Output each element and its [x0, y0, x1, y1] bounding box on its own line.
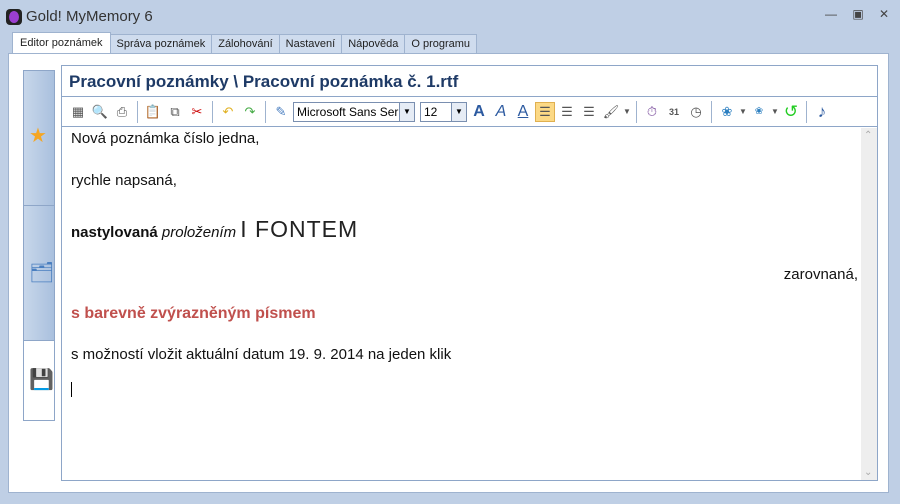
divider	[636, 100, 637, 123]
note-path-title: Pracovní poznámky \ Pracovní poznámka č.…	[62, 66, 877, 97]
tab-notes-management[interactable]: Správa poznámek	[109, 34, 213, 54]
text-line: s možností vložit aktuální datum 19. 9. …	[71, 346, 452, 363]
font-size-select[interactable]: 12 ▼	[420, 101, 467, 122]
symbol-small-icon[interactable]: ❀	[749, 102, 769, 122]
chevron-down-icon: ▼	[451, 102, 466, 121]
copy-icon[interactable]: ⧉	[165, 102, 185, 122]
italic-icon[interactable]: A	[491, 102, 511, 122]
scroll-up-icon[interactable]: ⌃	[864, 130, 872, 141]
folder-icon: 🗂	[29, 262, 55, 284]
title-bar: Gold! MyMemory 6 — ▣ ✕	[0, 0, 900, 32]
text-line-right: zarovnaná,	[783, 266, 858, 283]
undo-icon[interactable]: ↶	[218, 102, 238, 122]
tab-settings[interactable]: Nastavení	[278, 34, 343, 54]
close-button[interactable]: ✕	[877, 8, 891, 20]
text-line: nastylovaná proložením I FONTEM	[71, 216, 358, 243]
align-right-icon[interactable]: ☰	[579, 102, 599, 122]
maximize-button[interactable]: ▣	[851, 8, 865, 20]
font-value: Microsoft Sans Seri	[297, 104, 402, 119]
styled-font-text: I FONTEM	[240, 216, 359, 242]
text-line: rychle napsaná,	[71, 172, 177, 189]
redo-icon[interactable]: ↷	[240, 102, 260, 122]
main-tabs: Editor poznámek Správa poznámek Zálohová…	[12, 32, 478, 54]
sidebar-item-open[interactable]: 🗂	[23, 205, 55, 341]
history-icon[interactable]: ↺	[781, 102, 801, 122]
print-icon[interactable]: ⎙	[112, 102, 132, 122]
chevron-down-icon[interactable]: ▼	[771, 107, 779, 116]
note-text-area[interactable]: Nová poznámka číslo jedna, rychle napsan…	[62, 128, 861, 480]
print-preview-icon[interactable]: 🔍	[90, 102, 110, 122]
text-cursor	[71, 382, 72, 397]
format-painter-icon[interactable]: ✎	[271, 102, 291, 122]
music-note-icon[interactable]: ♪	[812, 102, 832, 122]
align-left-icon[interactable]: ☰	[535, 101, 555, 122]
format-toolbar: ▦ 🔍 ⎙ 📋 ⧉ ✂ ↶ ↷ ✎ Microsoft Sans Seri ▼ 1…	[62, 97, 877, 127]
tab-about[interactable]: O programu	[404, 34, 478, 54]
colored-text-line: s barevně zvýrazněným písmem	[71, 305, 316, 322]
vertical-scrollbar[interactable]: ⌃ ⌄	[861, 128, 877, 480]
paste-icon[interactable]: 📋	[143, 102, 163, 122]
calendar-icon[interactable]: 31	[664, 102, 684, 122]
sidebar-item-favorites[interactable]: ★	[23, 70, 55, 206]
tab-editor[interactable]: Editor poznámek	[12, 32, 111, 53]
font-size-value: 12	[424, 104, 438, 119]
cut-icon[interactable]: ✂	[187, 102, 207, 122]
text-color-icon[interactable]: 🖌	[601, 102, 621, 122]
time-icon[interactable]: ⏱	[642, 102, 662, 122]
minimize-button[interactable]: —	[824, 8, 838, 20]
underline-icon[interactable]: A	[513, 102, 533, 122]
clock-icon[interactable]: ◷	[686, 102, 706, 122]
scroll-down-icon[interactable]: ⌄	[864, 467, 872, 478]
text-line: Nová poznámka číslo jedna,	[71, 130, 260, 147]
chevron-down-icon: ▼	[399, 102, 414, 121]
chevron-down-icon[interactable]: ▼	[623, 107, 631, 116]
tab-backup[interactable]: Zálohování	[211, 34, 280, 54]
divider	[265, 100, 266, 123]
divider	[137, 100, 138, 123]
window-title: Gold! MyMemory 6	[26, 8, 153, 25]
tools-icon[interactable]: ▦	[68, 102, 88, 122]
font-family-select[interactable]: Microsoft Sans Seri ▼	[293, 101, 415, 122]
editor-panel: ★ 🗂 💾 Pracovní poznámky \ Pracovní pozná…	[8, 53, 889, 493]
divider	[711, 100, 712, 123]
divider	[806, 100, 807, 123]
chevron-down-icon[interactable]: ▼	[739, 107, 747, 116]
bold-text: nastylovaná	[71, 224, 158, 241]
save-icon: 💾	[29, 369, 54, 391]
app-logo-icon	[6, 9, 22, 25]
divider	[212, 100, 213, 123]
align-center-icon[interactable]: ☰	[557, 102, 577, 122]
note-editor: Pracovní poznámky \ Pracovní poznámka č.…	[61, 65, 878, 481]
sidebar-item-save[interactable]: 💾	[23, 340, 55, 421]
italic-text: proložením	[161, 224, 237, 241]
star-icon: ★	[29, 125, 47, 147]
tab-help[interactable]: Nápověda	[341, 34, 406, 54]
bold-icon[interactable]: A	[469, 102, 489, 122]
symbol-icon[interactable]: ❀	[717, 102, 737, 122]
